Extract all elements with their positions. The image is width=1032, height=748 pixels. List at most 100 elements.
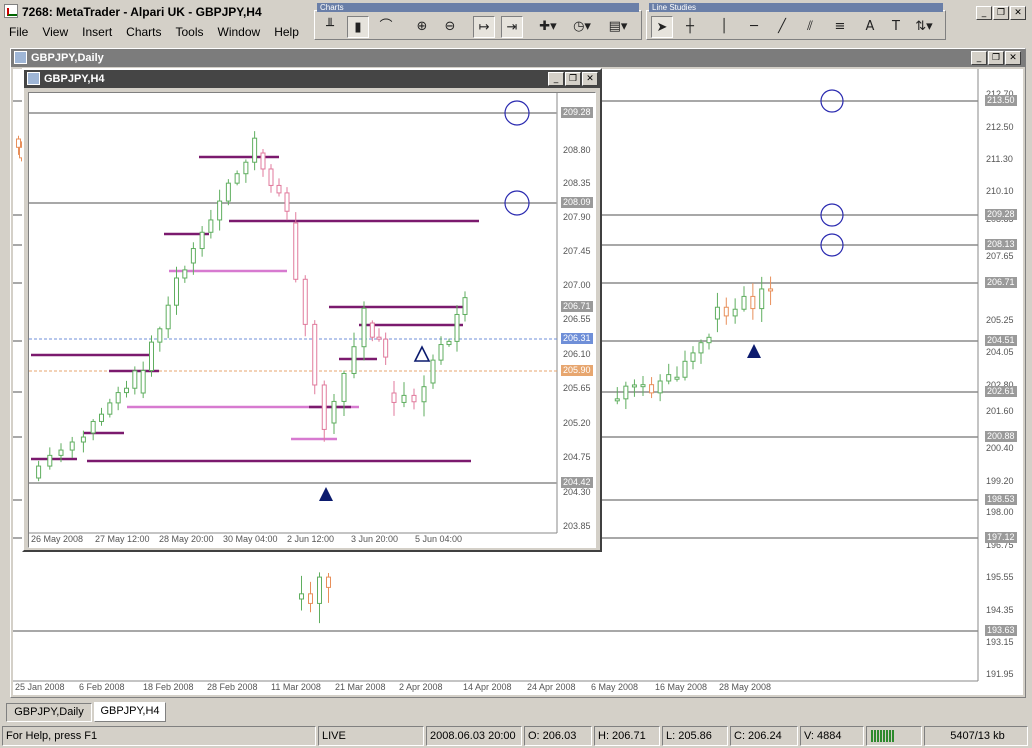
- h4-x-tick: 2 Jun 12:00: [287, 534, 335, 544]
- tab-label: GBPJPY,H4: [100, 705, 160, 717]
- candlestick-icon[interactable]: ▮: [347, 16, 369, 38]
- tab-label: GBPJPY,Daily: [14, 706, 84, 718]
- equidistant-channel-icon[interactable]: ⫽: [799, 16, 821, 38]
- daily-candle-body: [768, 288, 774, 292]
- cursor-icon[interactable]: ➤: [651, 16, 673, 38]
- fibonacci-icon[interactable]: ≡: [829, 16, 851, 38]
- daily-candle-body: [682, 360, 688, 378]
- menu-window[interactable]: Window: [211, 22, 268, 42]
- app-restore-button[interactable]: ❐: [993, 6, 1009, 20]
- daily-restore-button[interactable]: ❐: [988, 51, 1004, 65]
- tab-gbpjpy-daily[interactable]: GBPJPY,Daily: [6, 703, 92, 722]
- h4-close-button[interactable]: ✕: [582, 72, 598, 86]
- h4-price-tag: 204.42: [561, 477, 593, 488]
- h4-candle-body: [36, 465, 42, 479]
- h4-minimize-button[interactable]: _: [548, 72, 564, 86]
- daily-candle-body: [308, 593, 313, 604]
- templates-icon[interactable]: ▤▾: [607, 16, 629, 38]
- periods-icon[interactable]: ◷▾: [571, 16, 593, 38]
- h4-candle-body: [115, 392, 121, 404]
- vertical-line-icon[interactable]: │: [713, 16, 735, 38]
- h4-candle-body: [225, 182, 231, 202]
- h4-restore-button[interactable]: ❐: [565, 72, 581, 86]
- daily-candle-body: [640, 384, 646, 388]
- h4-y-tick: 207.45: [563, 246, 591, 256]
- daily-price-tag: 198.53: [985, 494, 1017, 505]
- daily-price-tag: 213.50: [985, 95, 1017, 106]
- h4-candle-body: [243, 161, 249, 175]
- line-chart-icon[interactable]: ⌒: [375, 16, 397, 38]
- bar-chart-icon[interactable]: ╨: [319, 16, 341, 38]
- h4-candle-body: [421, 386, 427, 403]
- arrows-icon[interactable]: ⇅▾: [913, 16, 935, 38]
- h4-candle-body: [199, 231, 205, 250]
- menu-tools[interactable]: Tools: [169, 22, 211, 42]
- h4-candle-body: [157, 328, 163, 343]
- chart-shift-icon[interactable]: ⇥: [501, 16, 523, 38]
- h4-candle-body: [132, 370, 138, 389]
- metatrader-window: 7268: MetaTrader - Alpari UK - GBPJPY,H4…: [0, 0, 1032, 748]
- menu-charts[interactable]: Charts: [119, 22, 168, 42]
- h4-x-tick: 30 May 04:00: [223, 534, 278, 544]
- h4-candle-body: [302, 278, 308, 325]
- daily-y-tick: 200.40: [986, 443, 1014, 453]
- trendline-icon[interactable]: ╱: [771, 16, 793, 38]
- h4-candle-body: [293, 222, 299, 280]
- crosshair-icon[interactable]: ┼: [679, 16, 701, 38]
- autoscroll-icon[interactable]: ↦: [473, 16, 495, 38]
- h4-chart-area[interactable]: 208.80 208.35 207.90 207.45 207.00 206.55 206.…: [28, 92, 596, 548]
- app-minimize-button[interactable]: _: [976, 6, 992, 20]
- daily-x-tick: 6 May 2008: [591, 682, 639, 692]
- h4-y-tick: 206.10: [563, 349, 591, 359]
- daily-y-tick: 210.10: [986, 186, 1014, 196]
- zoom-out-icon[interactable]: ⊖: [439, 16, 461, 38]
- h4-chart-svg[interactable]: [29, 93, 595, 547]
- horizontal-line-icon[interactable]: ─: [743, 16, 765, 38]
- h4-price-tag: 209.28: [561, 107, 593, 118]
- zoom-in-icon[interactable]: ⊕: [411, 16, 433, 38]
- daily-candle-body: [623, 385, 629, 400]
- app-icon: [4, 4, 18, 21]
- daily-candle-body: [741, 295, 747, 310]
- h4-y-tick: 208.80: [563, 145, 591, 155]
- daily-x-tick: 25 Jan 2008: [15, 682, 65, 692]
- text-label-icon[interactable]: T: [885, 16, 907, 38]
- daily-candle-body: [326, 576, 331, 588]
- daily-candle-body: [16, 138, 21, 148]
- h4-candle-body: [430, 359, 436, 384]
- h4-candle-body: [312, 323, 318, 386]
- daily-price-tag: 208.13: [985, 239, 1017, 250]
- menu-help[interactable]: Help: [267, 22, 306, 42]
- h4-candle-body: [58, 449, 64, 456]
- h4-title: GBPJPY,H4: [44, 73, 105, 85]
- h4-y-tick: 204.30: [563, 487, 591, 497]
- menu-insert[interactable]: Insert: [75, 22, 119, 42]
- h4-y-tick: 205.20: [563, 418, 591, 428]
- h4-candle-body: [462, 297, 468, 315]
- daily-x-tick: 16 May 2008: [655, 682, 708, 692]
- daily-x-tick: 14 Apr 2008: [463, 682, 512, 692]
- buy-arrow-icon: [747, 344, 761, 358]
- daily-y-tick: 205.25: [986, 315, 1014, 325]
- daily-minimize-button[interactable]: _: [971, 51, 987, 65]
- h4-x-tick: 28 May 20:00: [159, 534, 214, 544]
- h4-candle-body: [383, 338, 389, 358]
- status-connection: LIVE: [318, 726, 424, 746]
- menu-file[interactable]: File: [2, 22, 35, 42]
- h4-candle-body: [252, 137, 258, 163]
- app-close-button[interactable]: ✕: [1010, 6, 1026, 20]
- status-close: C: 206.24: [730, 726, 798, 746]
- h4-candle-body: [351, 346, 357, 374]
- h4-candle-body: [321, 384, 327, 430]
- tab-gbpjpy-h4[interactable]: GBPJPY,H4: [94, 702, 166, 722]
- indicators-icon[interactable]: ✚▾: [537, 16, 559, 38]
- text-icon[interactable]: A: [859, 16, 881, 38]
- h4-candle-body: [182, 269, 188, 279]
- h4-chart-window: GBPJPY,H4 _ ❐ ✕ 208.80 208.35 207.90 207.45…: [22, 68, 602, 552]
- charts-toolbar: Charts ╨ ▮ ⌒ ⊕ ⊖ ↦ ⇥ ✚▾ ◷▾ ▤▾: [314, 3, 642, 40]
- menu-view[interactable]: View: [35, 22, 75, 42]
- status-low: L: 205.86: [662, 726, 728, 746]
- daily-candle-body: [750, 295, 756, 310]
- h4-price-tag: 208.09: [561, 197, 593, 208]
- daily-close-button[interactable]: ✕: [1005, 51, 1021, 65]
